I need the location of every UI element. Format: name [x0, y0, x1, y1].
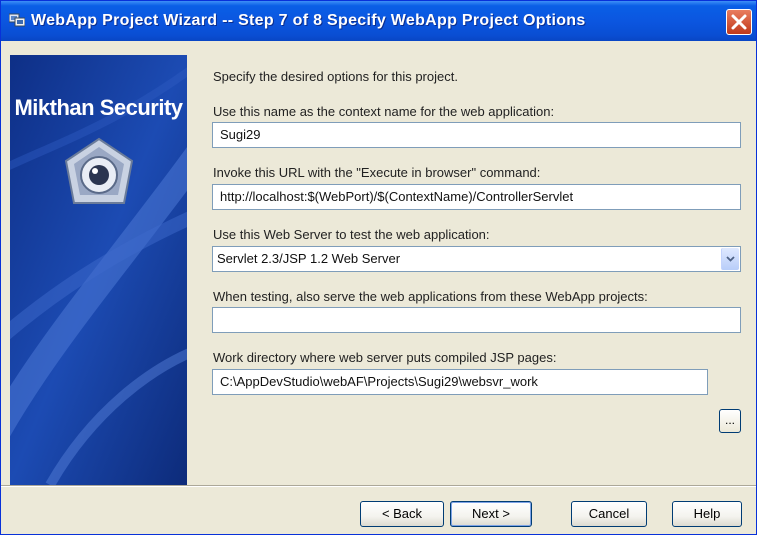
context-name-input[interactable]: Sugi29 [212, 122, 741, 148]
close-button[interactable] [726, 9, 752, 35]
brand-name: Mikthan Security [14, 95, 183, 120]
window-title: WebApp Project Wizard -- Step 7 of 8 Spe… [31, 12, 586, 29]
web-server-selected-value: Servlet 2.3/JSP 1.2 Web Server [217, 251, 401, 266]
url-input[interactable]: http://localhost:$(WebPort)/$(ContextNam… [212, 184, 741, 210]
close-icon [731, 14, 747, 30]
chevron-down-icon [726, 256, 735, 262]
next-button[interactable]: Next > [450, 501, 532, 527]
intro-text: Specify the desired options for this pro… [213, 69, 458, 84]
cancel-button[interactable]: Cancel [571, 501, 647, 527]
app-icon [8, 13, 26, 27]
url-label: Invoke this URL with the "Execute in bro… [213, 165, 541, 180]
browse-button[interactable]: ... [719, 409, 741, 433]
side-banner: Mikthan Security [10, 55, 187, 485]
button-bar-separator [1, 485, 756, 487]
wizard-window: WebApp Project Wizard -- Step 7 of 8 Spe… [0, 0, 757, 535]
work-directory-label: Work directory where web server puts com… [213, 350, 557, 365]
back-button[interactable]: < Back [360, 501, 444, 527]
title-bar[interactable]: WebApp Project Wizard -- Step 7 of 8 Spe… [1, 1, 756, 41]
webapp-projects-label: When testing, also serve the web applica… [213, 289, 648, 304]
shield-logo-icon [62, 137, 136, 216]
wizard-content: Mikthan Security Specify the desired opt… [1, 41, 756, 485]
help-button[interactable]: Help [672, 501, 742, 527]
work-directory-input[interactable]: C:\AppDevStudio\webAF\Projects\Sugi29\we… [212, 369, 708, 395]
web-server-select[interactable]: Servlet 2.3/JSP 1.2 Web Server [212, 246, 741, 272]
webapp-projects-input[interactable] [212, 307, 741, 333]
web-server-label: Use this Web Server to test the web appl… [213, 227, 490, 242]
dropdown-arrow-button[interactable] [721, 248, 739, 270]
context-name-label: Use this name as the context name for th… [213, 104, 555, 119]
